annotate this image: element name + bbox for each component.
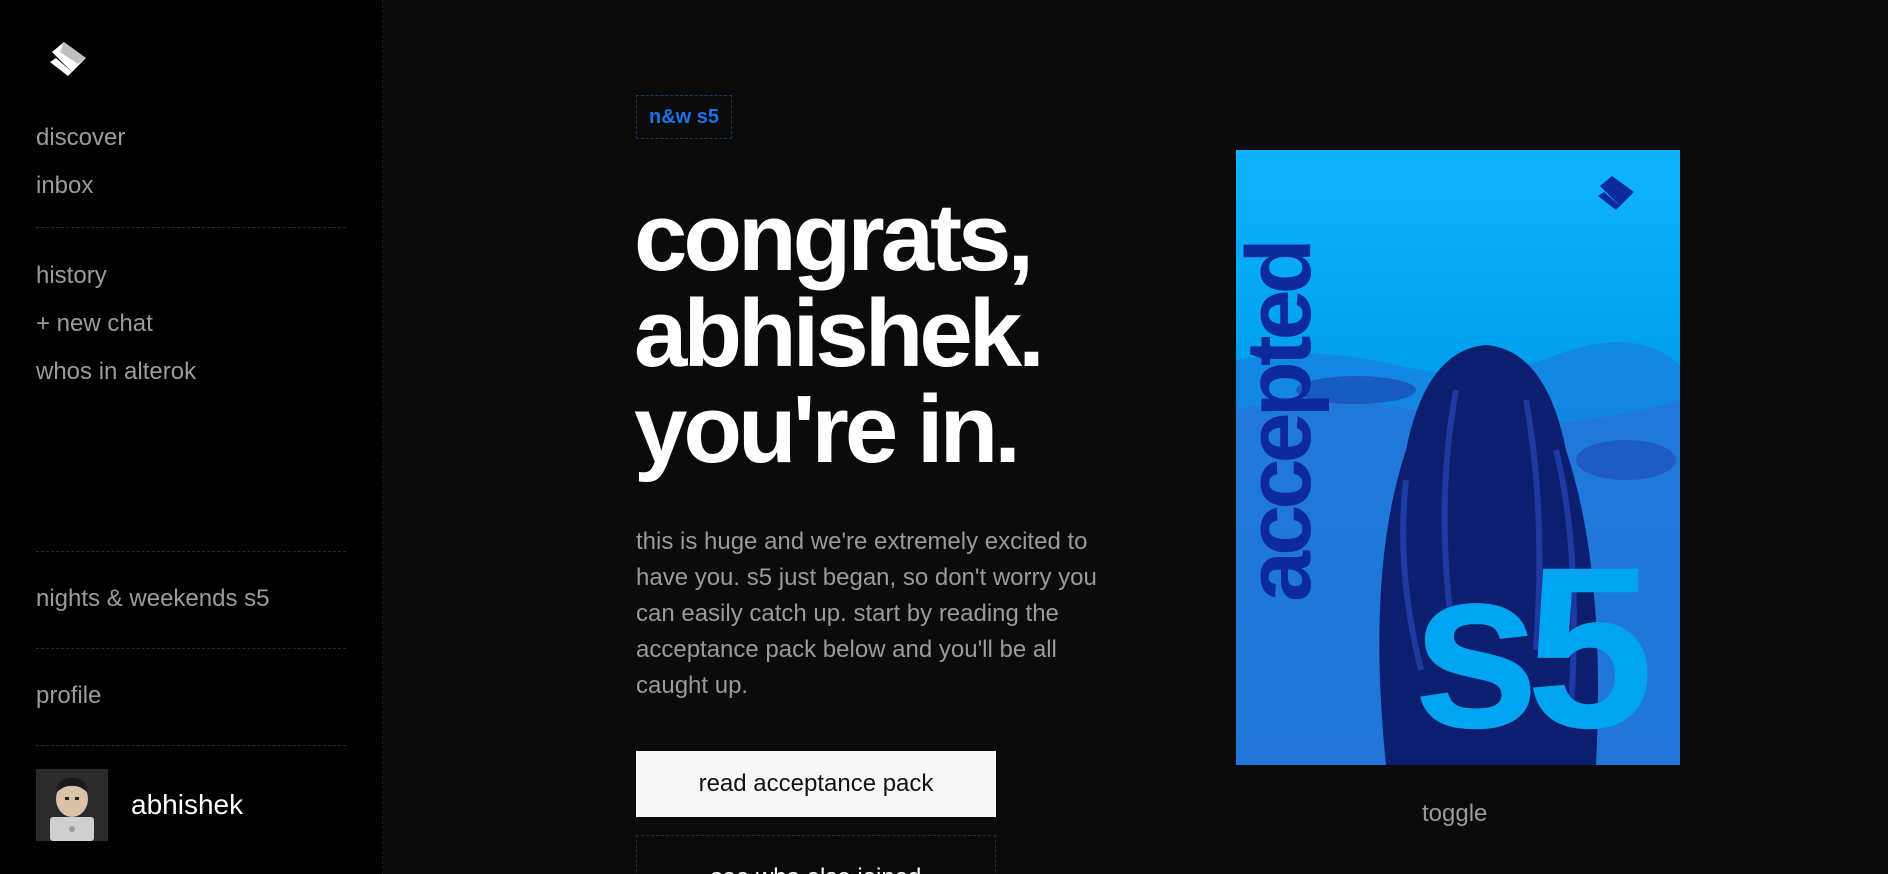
sidebar-divider <box>36 745 346 746</box>
sidebar: discover inbox history + new chat whos i… <box>0 0 383 874</box>
sidebar-divider <box>36 648 346 649</box>
nav-whos-in[interactable]: whos in alterok <box>36 358 196 386</box>
see-who-joined-button[interactable]: see who else joined <box>636 835 996 874</box>
poster-vertical-text: accepted <box>1228 243 1330 602</box>
headline-line: you're in. <box>634 376 1021 483</box>
nav-discover[interactable]: discover <box>36 124 125 152</box>
avatar[interactable] <box>36 769 108 841</box>
nav-inbox[interactable]: inbox <box>36 172 93 200</box>
program-badge: n&w s5 <box>636 95 733 139</box>
toggle-button[interactable]: toggle <box>1422 800 1487 828</box>
nav-profile[interactable]: profile <box>36 682 101 710</box>
logo-icon[interactable] <box>46 36 92 76</box>
user-name: abhishek <box>131 789 244 820</box>
sidebar-divider <box>36 551 346 552</box>
nav-history[interactable]: history <box>36 262 107 290</box>
welcome-message: this is huge and we're extremely excited… <box>636 528 1097 699</box>
page-title: congrats, abhishek. you're in. <box>634 190 1134 478</box>
poster-season-text: s5 <box>1412 519 1654 776</box>
headline-line: abhishek. <box>634 280 1045 387</box>
read-acceptance-pack-button[interactable]: read acceptance pack <box>636 751 996 817</box>
nav-nights-weekends[interactable]: nights & weekends s5 <box>36 585 269 613</box>
sidebar-divider <box>36 227 346 228</box>
nav-new-chat[interactable]: + new chat <box>36 310 153 338</box>
headline-line: congrats, <box>634 184 1034 291</box>
